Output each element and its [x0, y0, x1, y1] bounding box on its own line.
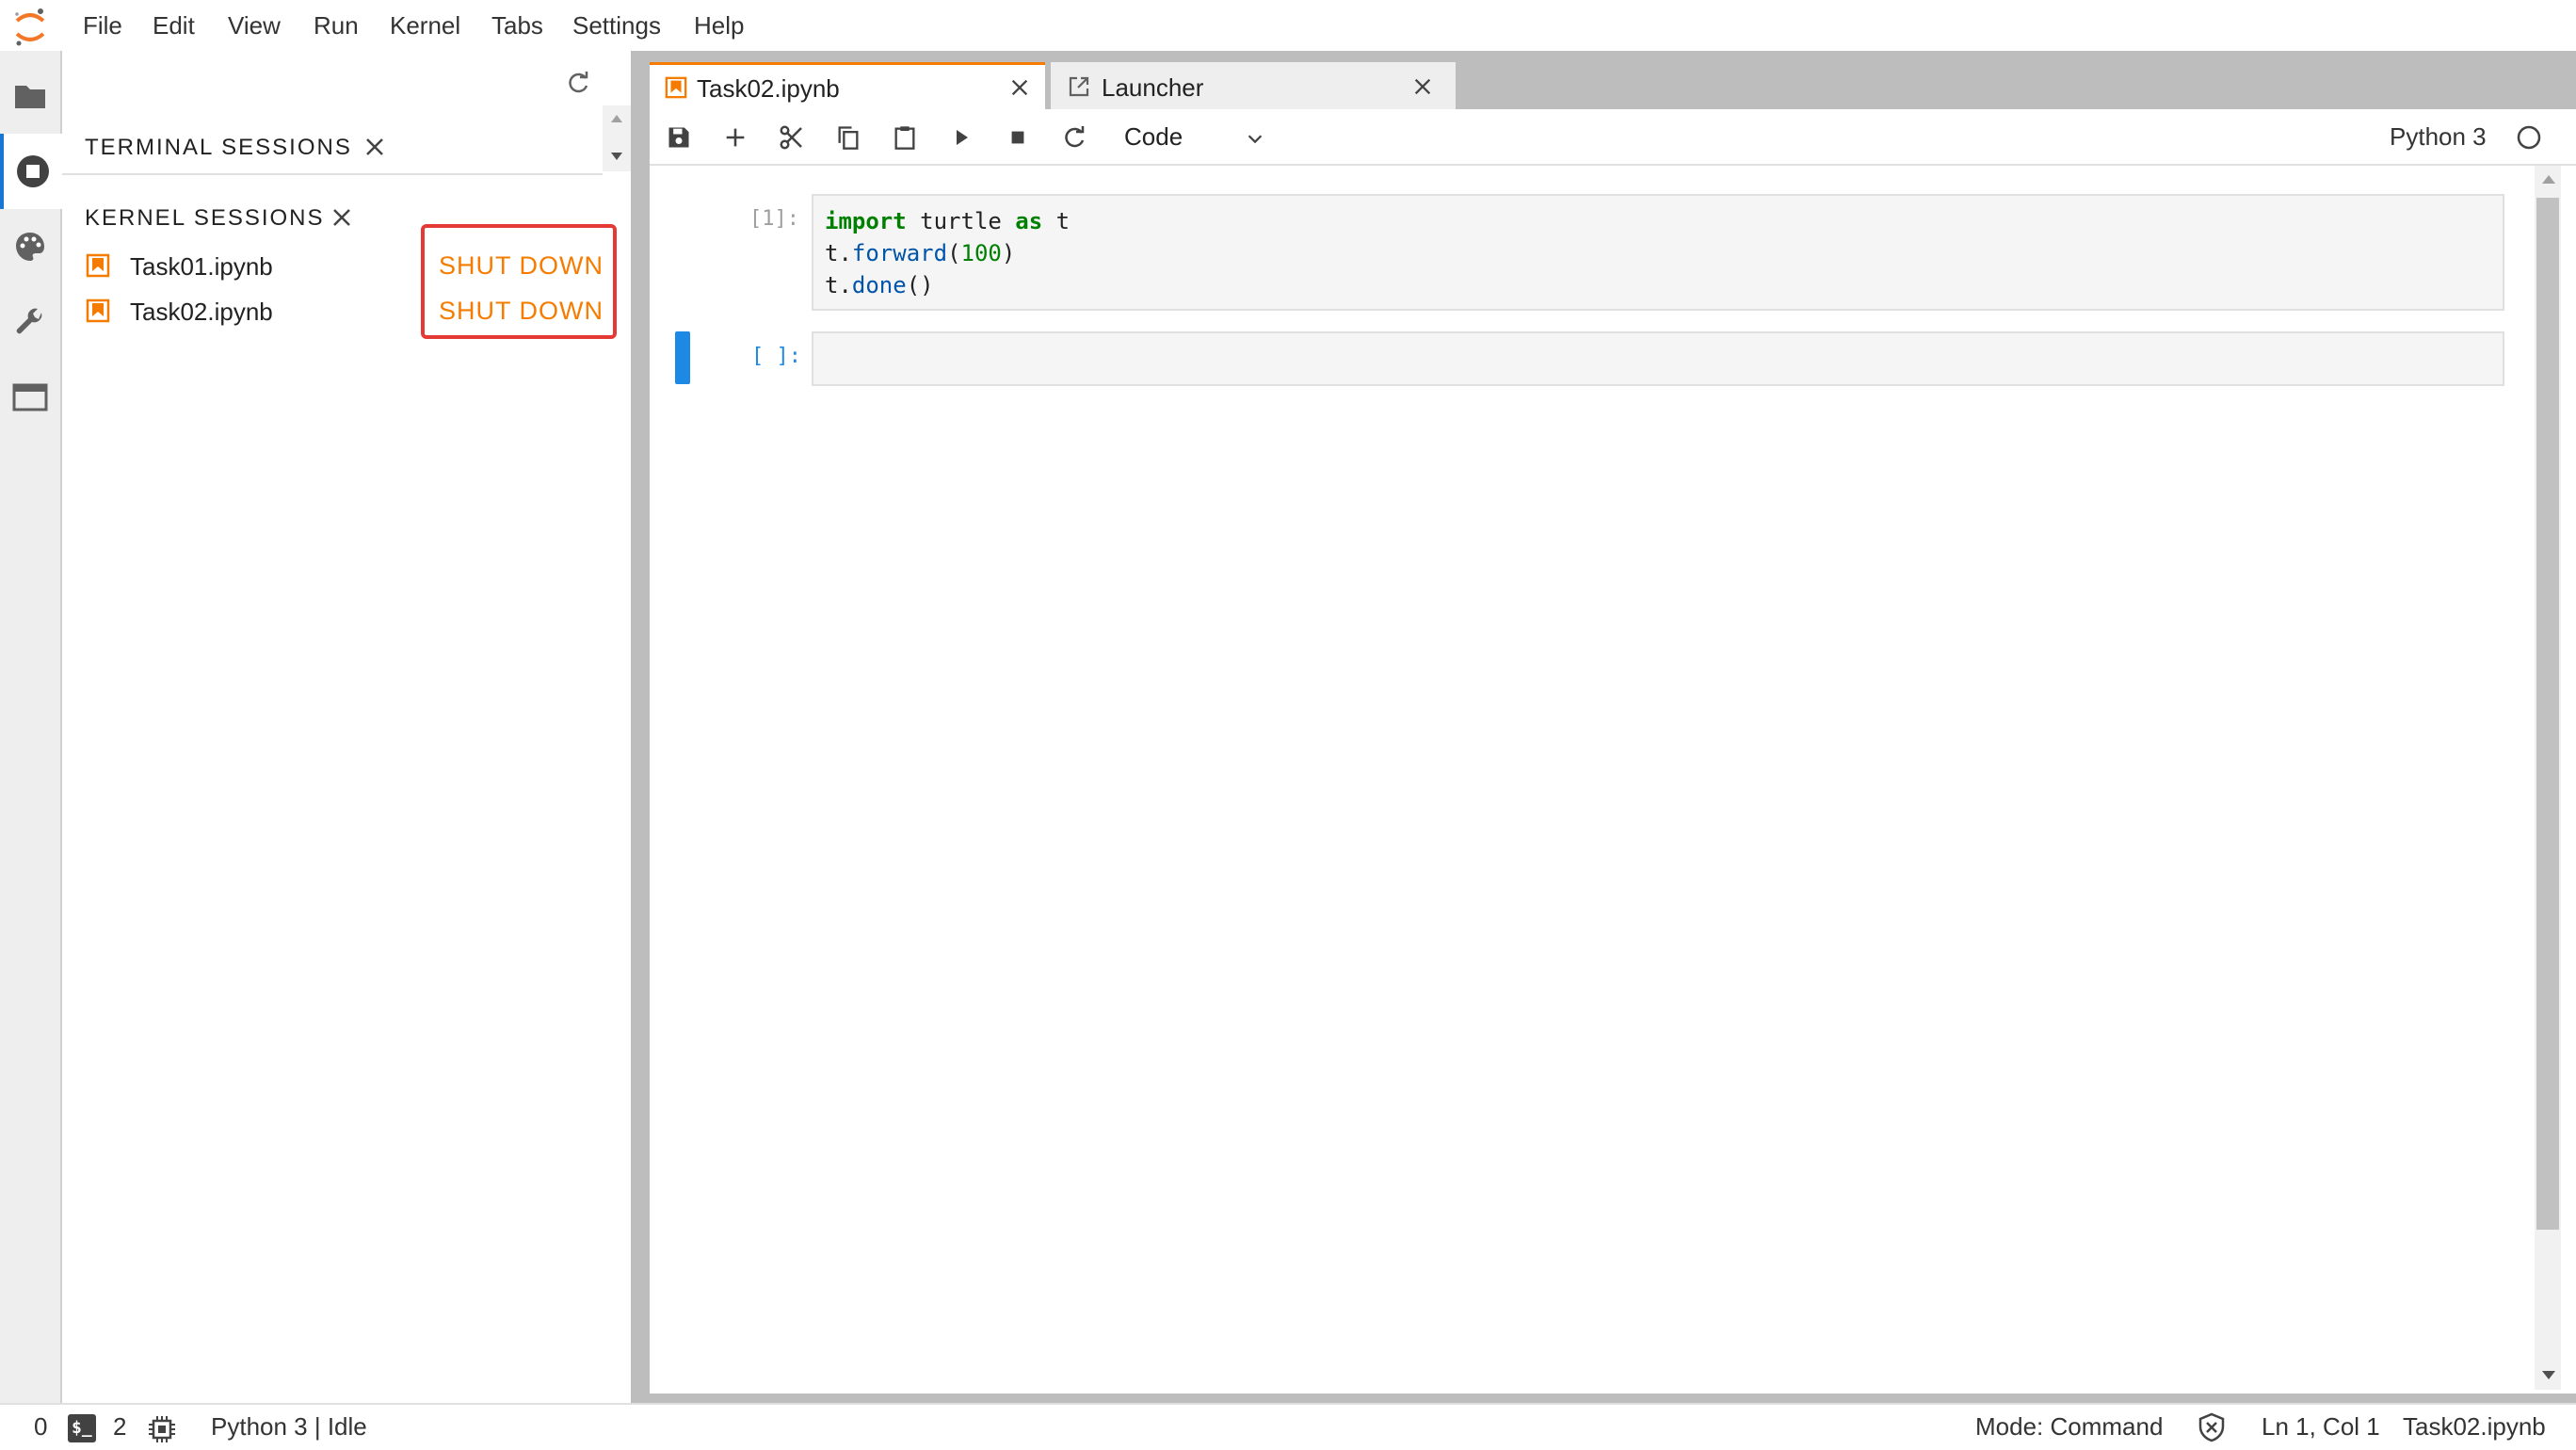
open-tabs-button[interactable] — [0, 360, 60, 435]
notebook-icon — [86, 253, 110, 278]
add-icon — [726, 128, 745, 147]
scrollbar-thumb[interactable] — [2536, 198, 2559, 1230]
close-terminals-icon[interactable] — [363, 136, 386, 158]
terminal-icon: $_ — [68, 1414, 96, 1442]
terminals-count[interactable]: 0 — [34, 1412, 47, 1442]
menu-edit[interactable]: Edit — [153, 11, 195, 40]
kernel-sessions-title: KERNEL SESSIONS — [85, 205, 325, 231]
section-divider — [62, 173, 603, 175]
insert-cell-button[interactable] — [715, 119, 756, 156]
tab-label: Task02.ipynb — [697, 74, 840, 103]
close-tab-icon[interactable] — [1009, 77, 1030, 98]
cell-type-select[interactable]: Code — [1117, 119, 1277, 156]
kernel-status[interactable]: Python 3 | Idle — [211, 1412, 367, 1442]
copy-icon — [838, 126, 859, 150]
palette-icon — [16, 233, 44, 261]
notebook-toolbar — [650, 109, 2576, 166]
menu-run[interactable]: Run — [314, 11, 359, 40]
sidebar-resize-handle[interactable] — [631, 51, 644, 1403]
kernel-name[interactable]: Python 3 — [2390, 122, 2487, 152]
code-cell-input[interactable]: import turtle as t t.forward(100) t.done… — [812, 194, 2504, 311]
cpu-icon — [149, 1416, 175, 1442]
mode-indicator[interactable]: Mode: Command — [1975, 1412, 2163, 1442]
code-cell-input[interactable] — [812, 331, 2504, 386]
tab-label: Launcher — [1102, 73, 1204, 102]
play-icon — [957, 130, 968, 145]
session-name: Task02.ipynb — [130, 298, 273, 326]
notebook-icon — [86, 298, 110, 323]
session-name: Task01.ipynb — [130, 252, 273, 281]
notebook-icon — [665, 76, 687, 99]
code-line: t.forward(100) — [825, 240, 1016, 266]
current-file: Task02.ipynb — [2403, 1412, 2546, 1441]
code-line: import turtle as t — [825, 208, 1071, 234]
folder-icon — [15, 86, 45, 108]
command-palette-button[interactable] — [0, 209, 60, 284]
cursor-position[interactable]: Ln 1, Col 1 — [2262, 1412, 2380, 1442]
paste-icon — [894, 126, 915, 150]
scroll-up-icon[interactable] — [2542, 175, 2555, 184]
trusted-shield-icon[interactable] — [2198, 1412, 2226, 1442]
cut-icon — [780, 125, 802, 150]
activity-bar — [0, 51, 62, 1403]
scroll-up-icon[interactable] — [611, 115, 622, 122]
cell-type-value: Code — [1124, 122, 1183, 151]
active-cell-marker — [675, 331, 690, 384]
restart-button[interactable] — [1054, 119, 1095, 156]
tab-task02[interactable]: Task02.ipynb — [650, 62, 1045, 111]
refresh-icon — [1065, 126, 1085, 148]
file-browser-button[interactable] — [0, 58, 60, 134]
cut-button[interactable] — [771, 119, 813, 156]
save-icon — [668, 127, 689, 148]
cell-prompt: [ ]: — [751, 345, 801, 368]
chevron-down-icon — [1248, 135, 1263, 144]
tabs-icon — [12, 383, 48, 411]
scroll-down-icon[interactable] — [2542, 1371, 2555, 1379]
menu-kernel[interactable]: Kernel — [390, 11, 460, 40]
running-sessions-button[interactable] — [0, 134, 62, 209]
stop-circle-icon — [17, 155, 49, 187]
wrench-icon — [16, 308, 42, 334]
property-inspector-button[interactable] — [0, 284, 60, 360]
launcher-icon — [1069, 76, 1089, 97]
status-bar — [0, 1403, 2576, 1450]
terminal-sessions-title: TERMINAL SESSIONS — [85, 135, 352, 160]
save-button[interactable] — [658, 119, 700, 156]
refresh-icon[interactable] — [565, 70, 591, 96]
sidebar-scrollbar[interactable] — [603, 105, 631, 171]
stop-icon — [1011, 131, 1024, 144]
menu-settings[interactable]: Settings — [572, 11, 661, 40]
menu-tabs[interactable]: Tabs — [491, 11, 543, 40]
jupyter-logo-icon — [15, 8, 45, 46]
copy-button[interactable] — [828, 119, 869, 156]
interrupt-button[interactable] — [997, 119, 1038, 156]
close-tab-icon[interactable] — [1412, 76, 1433, 97]
paste-button[interactable] — [884, 119, 926, 156]
menubar: File Edit View Run Kernel Tabs Settings … — [0, 0, 2576, 51]
menu-file[interactable]: File — [83, 11, 122, 40]
tab-launcher[interactable]: Launcher — [1051, 62, 1456, 111]
cell-prompt: [1]: — [749, 207, 799, 231]
code-line: t.done() — [825, 272, 934, 298]
kernels-count[interactable]: 2 — [113, 1412, 126, 1442]
menu-help[interactable]: Help — [694, 11, 744, 40]
scroll-down-icon[interactable] — [611, 153, 622, 160]
kernel-status-icon — [2517, 125, 2541, 150]
highlight-annotation — [421, 224, 617, 339]
close-kernels-icon[interactable] — [330, 206, 353, 229]
menu-view[interactable]: View — [228, 11, 281, 40]
run-button[interactable] — [941, 119, 982, 156]
